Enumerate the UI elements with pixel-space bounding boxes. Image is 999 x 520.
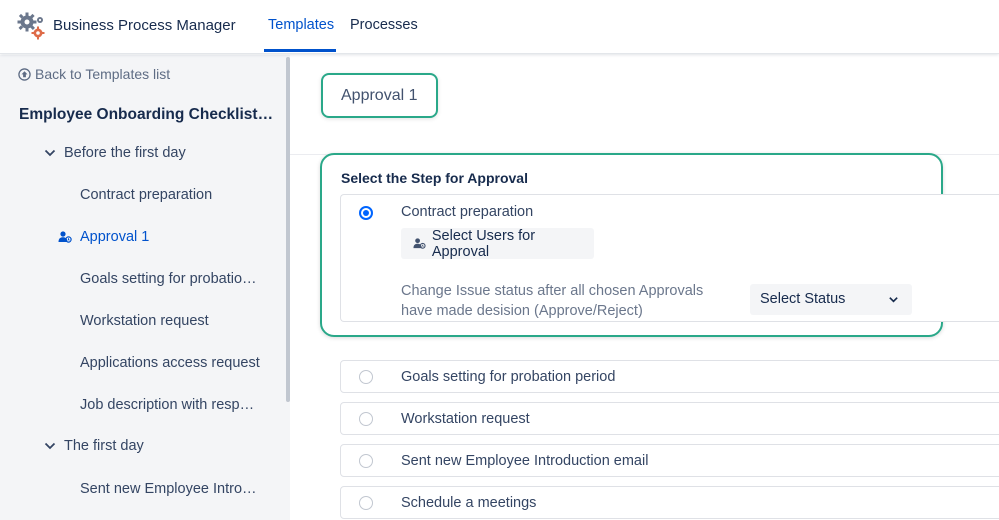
step-option[interactable]: Sent new Employee Introduction email bbox=[340, 444, 999, 477]
section-before-first-day[interactable]: Before the first day bbox=[44, 145, 186, 161]
tab-templates[interactable]: Templates bbox=[268, 17, 334, 33]
sidebar-item-goals-setting[interactable]: Goals setting for probation ... bbox=[80, 271, 262, 287]
gears-logo-icon bbox=[17, 12, 45, 40]
chevron-down-icon bbox=[44, 442, 56, 450]
chevron-down-icon bbox=[889, 297, 898, 303]
users-icon bbox=[58, 231, 72, 243]
back-arrow-icon bbox=[18, 67, 31, 81]
sidebar-item-job-description[interactable]: Job description with respon... bbox=[80, 397, 262, 413]
sidebar-item-contract-preparation[interactable]: Contract preparation bbox=[80, 187, 262, 203]
active-tab-indicator bbox=[264, 49, 336, 52]
step-label: Workstation request bbox=[401, 411, 530, 427]
radio-button[interactable] bbox=[359, 370, 373, 384]
app-title: Business Process Manager bbox=[53, 17, 236, 34]
sidebar-item-approval-1[interactable]: Approval 1 bbox=[80, 229, 262, 245]
sidebar: Back to Templates list Employee Onboardi… bbox=[0, 55, 290, 520]
tab-processes[interactable]: Processes bbox=[350, 17, 418, 33]
sidebar-item-workstation-request[interactable]: Workstation request bbox=[80, 313, 262, 329]
step-option[interactable]: Schedule a meetings bbox=[340, 486, 999, 519]
main-panel: Approval 1 Select the Step for Approval … bbox=[290, 55, 999, 520]
step-label: Schedule a meetings bbox=[401, 495, 537, 511]
chevron-down-icon bbox=[44, 149, 56, 157]
status-description: Change Issue status after all chosen App… bbox=[401, 283, 704, 319]
template-title: Employee Onboarding Checklist - w... bbox=[19, 106, 274, 123]
step-option-selected[interactable]: Contract preparation Select Users for Ap… bbox=[340, 194, 999, 322]
back-link-label: Back to Templates list bbox=[35, 66, 171, 82]
step-option[interactable]: Workstation request bbox=[340, 402, 999, 435]
step-option[interactable]: Goals setting for probation period bbox=[340, 360, 999, 393]
select-users-button[interactable]: Select Users for Approval bbox=[401, 227, 594, 260]
section-label: Before the first day bbox=[64, 145, 186, 161]
radio-button-selected[interactable] bbox=[359, 206, 373, 220]
sidebar-item-applications-access[interactable]: Applications access request bbox=[80, 355, 262, 371]
section-first-day[interactable]: The first day bbox=[44, 438, 144, 454]
status-select-value: Select Status bbox=[760, 291, 846, 307]
section-label: The first day bbox=[64, 438, 144, 454]
step-label: Contract preparation bbox=[401, 204, 534, 220]
status-select[interactable]: Select Status bbox=[750, 284, 912, 315]
section-title: Select the Step for Approval bbox=[341, 170, 528, 186]
radio-button[interactable] bbox=[359, 412, 373, 426]
step-name-field[interactable]: Approval 1 bbox=[321, 73, 438, 118]
sidebar-item-sent-introduction[interactable]: Sent new Employee Introduc... bbox=[80, 481, 262, 497]
top-bar: Business Process Manager Templates Proce… bbox=[0, 0, 999, 54]
radio-button[interactable] bbox=[359, 454, 373, 468]
back-to-templates-link[interactable]: Back to Templates list bbox=[18, 66, 170, 82]
step-label: Goals setting for probation period bbox=[401, 369, 616, 385]
users-icon bbox=[413, 238, 426, 249]
step-label: Sent new Employee Introduction email bbox=[401, 453, 649, 469]
radio-button[interactable] bbox=[359, 496, 373, 510]
select-users-label: Select Users for Approval bbox=[431, 227, 536, 260]
